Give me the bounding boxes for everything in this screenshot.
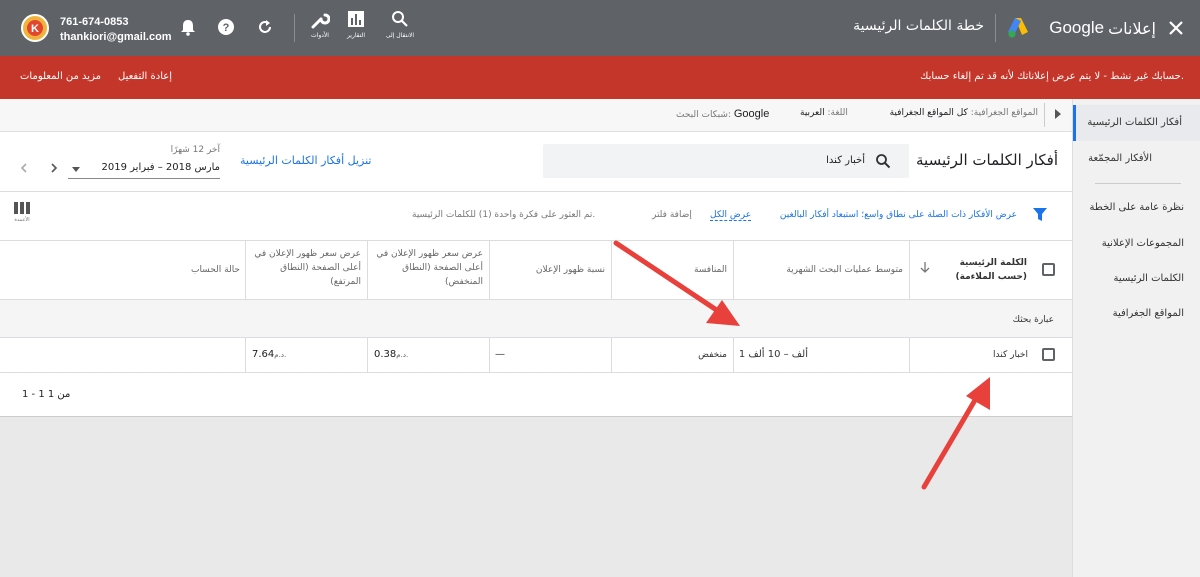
annotation-arrows — [613, 240, 990, 490]
arrow-to-searches — [613, 240, 740, 326]
arrow-to-keyword — [921, 377, 990, 490]
